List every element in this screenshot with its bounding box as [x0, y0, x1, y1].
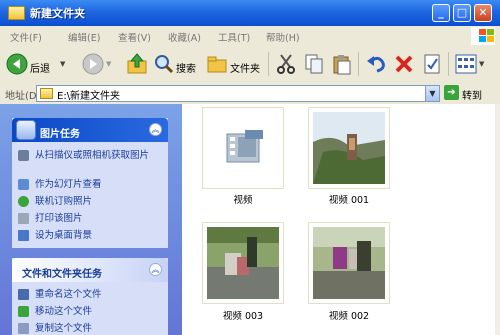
copy-icon [18, 323, 29, 334]
collapse-chevron-icon[interactable]: ︽ [149, 263, 162, 276]
move-icon [18, 306, 29, 317]
maximize-button[interactable]: □ [453, 4, 471, 22]
cut-button[interactable] [274, 50, 298, 78]
task-pane: 图片任务 ︽ 从扫描仪或照相机获取图片 作为幻灯片查看 联机订购照片 打印该图片 [0, 104, 182, 335]
scissors-icon [277, 54, 295, 74]
back-arrow-icon [6, 53, 28, 75]
picture-tasks-title: 图片任务 [40, 129, 80, 140]
back-button[interactable]: 后退 ▼ [4, 50, 68, 78]
menu-tools[interactable]: 工具(T) [218, 30, 250, 44]
scrollbar[interactable] [495, 104, 500, 335]
menu-view[interactable]: 查看(V) [118, 30, 151, 44]
slideshow-icon [18, 179, 29, 190]
folders-button[interactable]: 文件夹 [204, 50, 262, 78]
toolbar-separator [268, 52, 269, 76]
search-label: 搜索 [176, 64, 196, 75]
up-folder-button[interactable] [124, 50, 150, 78]
undo-button[interactable] [364, 50, 388, 78]
printer-icon [18, 213, 29, 224]
file-thumbnail[interactable] [308, 222, 390, 304]
address-dropdown-icon[interactable]: ▼ [425, 86, 439, 101]
desktop-icon [18, 230, 29, 241]
search-button[interactable]: 搜索 [152, 50, 198, 78]
file-name: 视频 001 [328, 195, 370, 206]
search-icon [155, 55, 174, 74]
toolbar-separator [358, 52, 359, 76]
file-name: 视频 002 [328, 311, 370, 322]
undo-icon [367, 56, 385, 73]
title-bar[interactable]: 新建文件夹 _ □ ✕ [0, 0, 500, 27]
collapse-chevron-icon[interactable]: ︽ [149, 123, 162, 136]
file-thumbnail[interactable] [202, 222, 284, 304]
views-icon [455, 54, 477, 74]
picture-tasks-header[interactable]: 图片任务 ︽ [12, 118, 168, 142]
file-name: 视频 003 [222, 311, 264, 322]
file-thumbnail[interactable] [308, 107, 390, 189]
views-dropdown-icon[interactable]: ▼ [479, 60, 484, 68]
folders-icon [207, 56, 227, 73]
address-bar: 地址(D) E:\新建文件夹 ▼ ➔ 转到 [0, 82, 500, 105]
toolbar-separator [448, 52, 449, 76]
forward-button[interactable]: ▼ [80, 50, 114, 78]
minimize-button[interactable]: _ [432, 4, 450, 22]
photo-thumbnail [313, 112, 385, 184]
menu-file[interactable]: 文件(F) [10, 30, 42, 44]
camera-icon [18, 150, 29, 161]
go-button[interactable]: 转到 [462, 87, 482, 102]
properties-button[interactable] [420, 50, 444, 78]
explorer-window: 新建文件夹 _ □ ✕ 文件(F) 编辑(E) 查看(V) 收藏(A) 工具(T… [0, 0, 500, 335]
paste-icon [333, 55, 351, 75]
file-tasks-panel: 文件和文件夹任务 ︽ 重命名这个文件 移动这个文件 复制这个文件 [12, 258, 168, 335]
back-label: 后退 [30, 64, 50, 75]
photo-thumbnail [313, 227, 385, 299]
delete-x-icon [395, 55, 413, 73]
folder-icon [40, 88, 53, 99]
up-folder-icon [127, 53, 147, 74]
address-path: E:\新建文件夹 [57, 91, 121, 102]
folder-icon [8, 6, 25, 20]
go-arrow-icon[interactable]: ➔ [444, 85, 459, 100]
file-list: 视频 视频 001 视频 003 视频 002 [182, 104, 495, 335]
menu-help[interactable]: 帮助(H) [266, 30, 300, 44]
copy-icon [305, 54, 323, 74]
picture-tasks-panel: 图片任务 ︽ 从扫描仪或照相机获取图片 作为幻灯片查看 联机订购照片 打印该图片 [12, 118, 168, 248]
delete-button[interactable] [392, 50, 416, 78]
picture-tasks-icon [16, 120, 36, 140]
menu-bar: 文件(F) 编辑(E) 查看(V) 收藏(A) 工具(T) 帮助(H) [0, 26, 500, 47]
windows-logo-icon [471, 27, 495, 45]
window-title: 新建文件夹 [30, 7, 85, 20]
photo-thumbnail [207, 227, 279, 299]
forward-arrow-icon [82, 53, 104, 75]
copy-button[interactable] [302, 50, 326, 78]
file-name: 视频 [233, 195, 253, 206]
back-dropdown-icon[interactable]: ▼ [60, 60, 65, 68]
toolbar: 后退 ▼ ▼ 搜索 文件夹 ▼ [0, 46, 500, 83]
properties-icon [424, 54, 440, 74]
forward-dropdown-icon[interactable]: ▼ [106, 60, 111, 68]
menu-edit[interactable]: 编辑(E) [68, 30, 100, 44]
video-file-icon [207, 112, 279, 184]
paste-button[interactable] [330, 50, 354, 78]
folders-label: 文件夹 [230, 64, 260, 75]
globe-icon [18, 196, 29, 207]
close-button[interactable]: ✕ [474, 4, 492, 22]
menu-favorites[interactable]: 收藏(A) [168, 30, 201, 44]
file-thumbnail[interactable] [202, 107, 284, 189]
file-tasks-title: 文件和文件夹任务 [22, 269, 102, 280]
address-input[interactable]: E:\新建文件夹 ▼ [36, 85, 440, 102]
file-tasks-header[interactable]: 文件和文件夹任务 ︽ [12, 258, 168, 282]
views-button[interactable]: ▼ [454, 50, 488, 78]
rename-icon [18, 289, 29, 300]
